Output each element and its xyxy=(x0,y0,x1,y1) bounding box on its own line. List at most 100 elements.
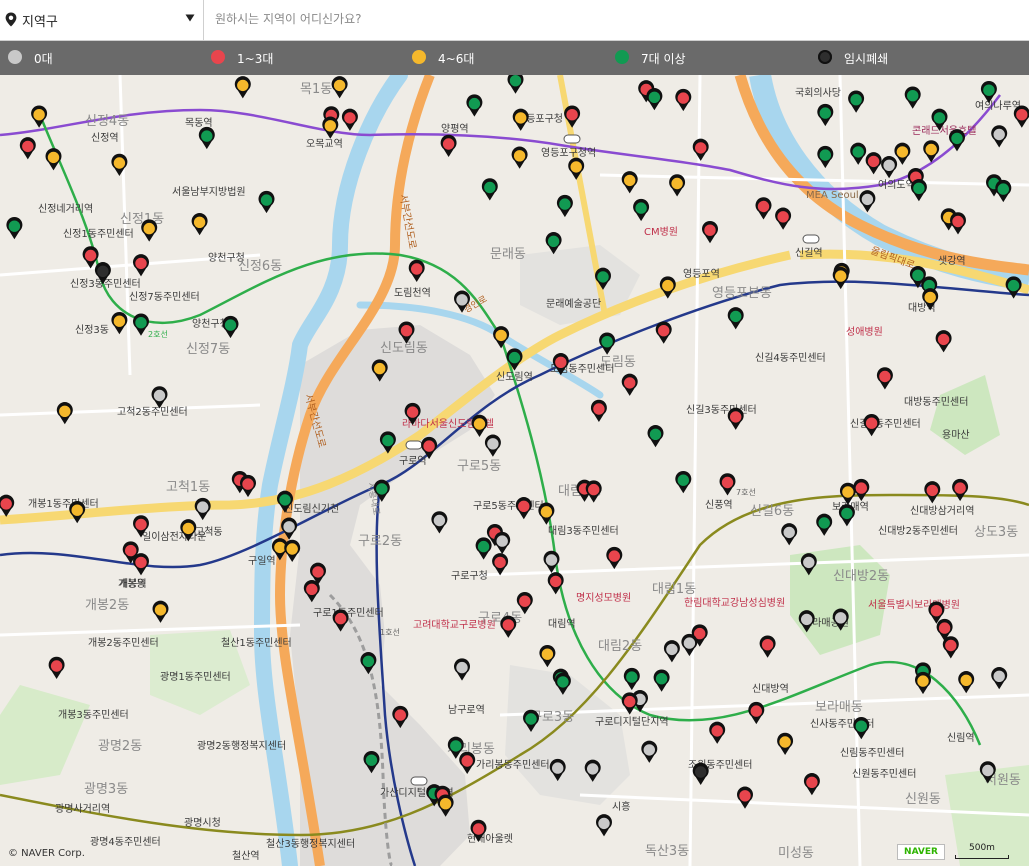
map-place-label: 신정3동 xyxy=(75,324,109,336)
map-place-label: 성애병원 xyxy=(846,326,883,338)
map-place-label: 구일역 xyxy=(248,555,276,567)
legend-bar: 0대 1~3대 4~6대 7대 이상 임시폐쇄 xyxy=(0,41,1029,75)
map-place-label: 오목교역 xyxy=(306,138,343,150)
map-place-label: 양평역 xyxy=(441,123,469,135)
map-place-label: 명지성모병원 xyxy=(576,592,631,604)
subway-line-label: 1호선 xyxy=(380,628,400,637)
map-place-label: 신원동주민센터 xyxy=(852,768,916,780)
map-place-label: 신대방2동주민센터 xyxy=(878,525,958,537)
map-place-label: 신도림역 xyxy=(496,371,533,383)
map-place-label: 구로디지털단지역 xyxy=(595,716,669,728)
map-place-label: 신길역 xyxy=(795,246,823,259)
map-district-label: 구로2동 xyxy=(358,534,402,549)
app-root: 지역구 0대 1~3대 4~6대 7대 이상 임시폐쇄 xyxy=(0,0,1029,866)
map-place-label: 신정7동주민센터 xyxy=(129,291,200,303)
map-district-label: 대림2동 xyxy=(598,639,642,654)
map-place-label: 고척2동주민센터 xyxy=(117,406,188,418)
map-place-label: 영등포구청역 xyxy=(541,147,596,159)
map-canvas[interactable]: 신정역 목동역 오목교역 양평역 영등포구청 영등포구청역 국회의사당 여의나루… xyxy=(0,75,1029,866)
legend-dot-grey xyxy=(8,50,22,64)
map-place-label: 신풍역 xyxy=(705,499,733,511)
map-place-label: 가리봉동주민센터 xyxy=(476,759,550,771)
map-place-label: 국회의사당 xyxy=(795,87,841,99)
map-place-label: 대방동주민센터 xyxy=(904,396,968,408)
map-place-label: 서울특별시보라매병원 xyxy=(868,599,960,611)
map-place-label: 한림대학교강남성심병원 xyxy=(684,597,785,609)
map-place-label: 광명1동주민센터 xyxy=(160,671,231,683)
map-place-label: 구로구청 xyxy=(451,570,488,582)
map-place-label: 문래예술공단 xyxy=(546,298,601,310)
naver-logo: NAVER xyxy=(897,844,945,860)
map-place-label: 현대아울렛 xyxy=(467,833,513,845)
map-place-label: 고척동 xyxy=(195,526,223,538)
map-district-label: 구로5동 xyxy=(457,459,501,474)
map-district-label: 신길6동 xyxy=(750,504,794,519)
legend-dot-yellow xyxy=(412,50,426,64)
map-place-label: 개봉2동주민센터 xyxy=(88,637,159,649)
map-district-label: 대림1동 xyxy=(652,582,696,597)
map-district-label: 고척1동 xyxy=(166,480,210,495)
search-input[interactable] xyxy=(205,0,1027,38)
map-place-label: 영등포역 xyxy=(683,268,720,280)
map-district-label: 신원동 xyxy=(905,792,941,807)
legend-label: 0대 xyxy=(34,52,53,66)
map-place-label: 신정1동주민센터 xyxy=(63,228,134,240)
subway-line-label: 7호선 xyxy=(736,488,756,497)
map-district-label: 목1동 xyxy=(300,82,332,97)
map-place-label: 용마산 xyxy=(942,429,970,441)
map-place-label: 개봉1동주민센터 xyxy=(28,498,99,510)
scale-bar xyxy=(955,855,1009,859)
map-scale: 500m xyxy=(951,843,1011,859)
map-place-label: 신림동주민센터 xyxy=(840,747,904,759)
map-attribution: © NAVER Corp. xyxy=(8,848,85,859)
legend-dot-red xyxy=(211,50,225,64)
chevron-down-icon xyxy=(185,14,195,22)
map-district-label: 미성동 xyxy=(778,846,814,861)
map-place-label: 광명시청 xyxy=(184,817,221,829)
map-place-label: 개봉동 xyxy=(118,578,146,590)
map-place-label: CM병원 xyxy=(644,226,678,238)
map-place-label: 개봉3동주민센터 xyxy=(58,709,129,721)
map-place-label: 대림3동주민센터 xyxy=(548,525,619,537)
map-district-label: 독산3동 xyxy=(645,844,689,859)
map-place-label: 시흥 xyxy=(612,800,630,813)
map-district-label: 보라매동 xyxy=(815,700,863,715)
region-select[interactable]: 지역구 xyxy=(0,0,204,40)
search-bar: 지역구 xyxy=(0,0,1029,41)
map-place-label: 구로5동주민센터 xyxy=(473,500,544,512)
map-place-label: 신길3동주민센터 xyxy=(686,403,757,416)
legend-label: 7대 이상 xyxy=(641,52,686,66)
map-place-label: 여의나루역 xyxy=(975,100,1021,112)
location-pin-icon xyxy=(5,12,17,27)
legend-label: 1~3대 xyxy=(237,52,274,66)
map-place-label: 샛강역 xyxy=(938,255,966,267)
region-select-label: 지역구 xyxy=(22,15,58,30)
legend-label: 4~6대 xyxy=(438,52,475,66)
map-district-label: 상도3동 xyxy=(974,525,1018,540)
map-place-label: 콘래드서울호텔 xyxy=(912,125,976,137)
map-place-label: 서울남부지방법원 xyxy=(172,186,246,198)
map-place-label: 구로역 xyxy=(399,455,427,467)
map-place-label: 대림역 xyxy=(548,618,576,630)
legend-dot-black xyxy=(818,50,832,64)
map-district-label: 영등포본동 xyxy=(712,286,772,301)
map-place-label: 남구로역 xyxy=(448,704,485,716)
map-place-label: 신길5동주민센터 xyxy=(850,417,921,430)
map-district-label: 개봉2동 xyxy=(85,598,129,613)
map-place-label: 신정네거리역 xyxy=(38,203,93,215)
scale-label: 500m xyxy=(969,843,995,853)
map-place-label: 신도림신기천 xyxy=(284,503,339,515)
legend-dot-green xyxy=(615,50,629,64)
map-place-label: 신정역 xyxy=(91,132,119,144)
map-district-label: 신도림동 xyxy=(380,341,428,356)
map-place-label: MEA Seoul xyxy=(806,190,859,201)
map-place-label: 여의도역 xyxy=(878,179,915,191)
map-place-label: 철산역 xyxy=(232,850,260,862)
map-place-label: 광명4동주민센터 xyxy=(90,836,161,848)
map-district-label: 문래동 xyxy=(490,247,526,262)
map-district-label: 신정7동 xyxy=(186,342,230,357)
map-district-label: 신정6동 xyxy=(238,259,282,274)
map-place-label: 도림천역 xyxy=(394,287,431,299)
legend-label: 임시폐쇄 xyxy=(844,52,889,66)
map-place-label: 신림역 xyxy=(947,732,975,744)
